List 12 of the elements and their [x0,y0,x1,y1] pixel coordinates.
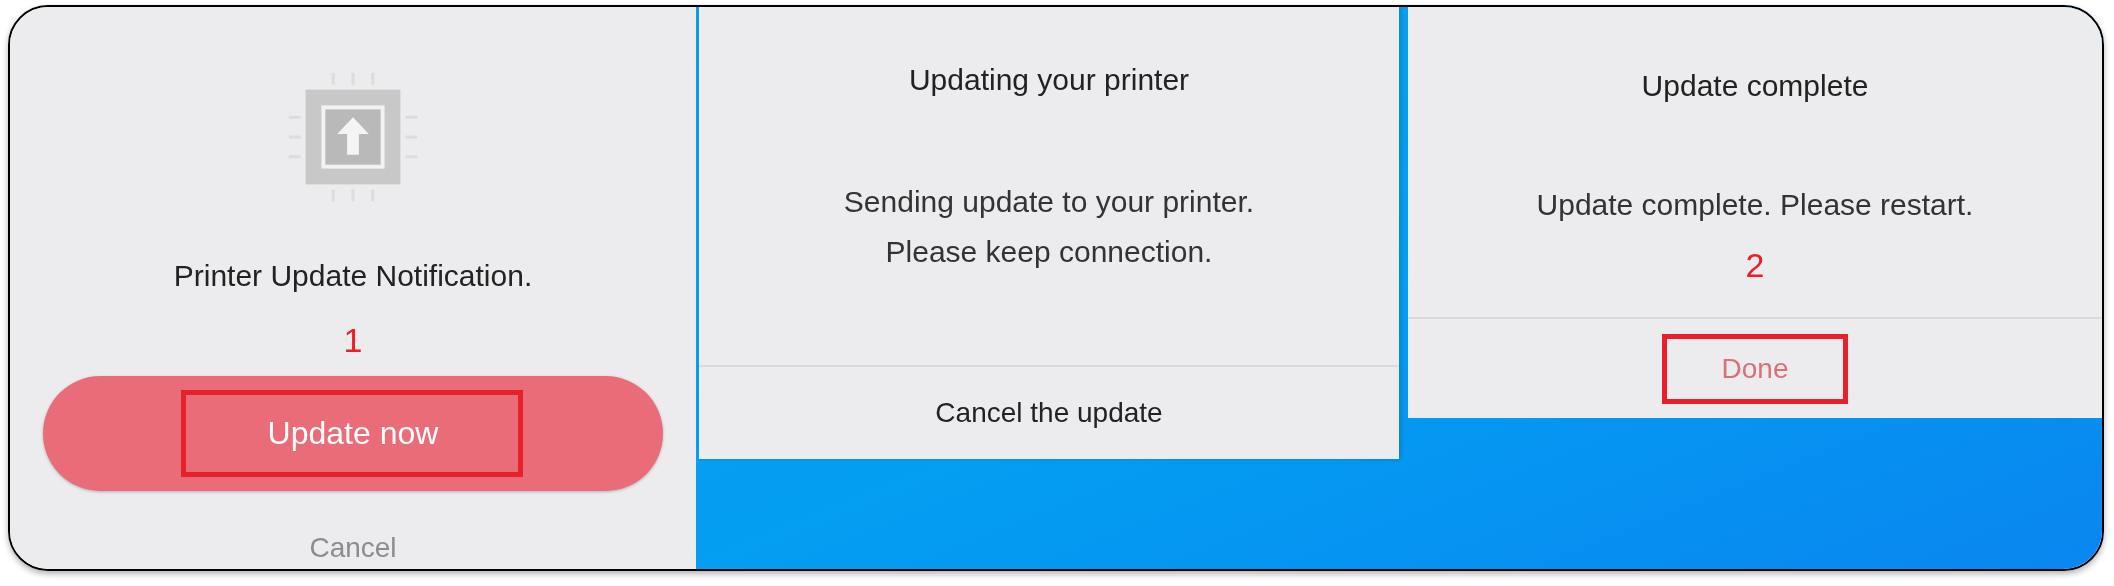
annotation-number: 2 [1745,246,1765,284]
annotation-number: 1 [343,322,363,357]
dialog-title: Update complete [1641,68,1869,104]
dialog-message: Update complete. Please restart. [1536,187,1974,223]
dialog-message: Please keep connection. [885,234,1213,270]
cancel-link[interactable]: Cancel [309,527,397,569]
done-button[interactable]: Done [1661,333,1849,404]
dialog-title: Updating your printer [908,62,1190,98]
cancel-update-button[interactable]: Cancel the update [915,382,1183,444]
dialog-message: Sending update to your printer. [843,184,1255,220]
dialog-message: Printer Update Notification. [173,258,533,295]
update-button[interactable]: Update now [43,375,663,491]
